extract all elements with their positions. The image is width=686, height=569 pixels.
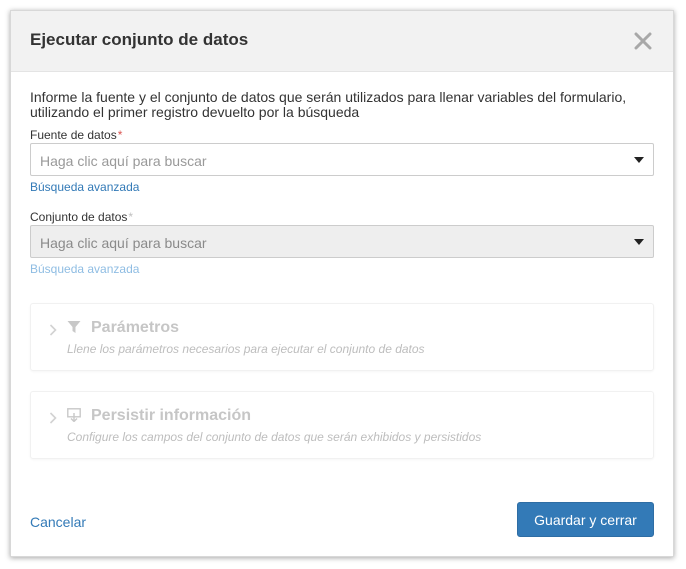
persist-info-section[interactable]: Persistir información Configure los camp…: [30, 391, 654, 459]
data-source-select[interactable]: Haga clic aquí para buscar: [30, 143, 654, 176]
persist-icon: [67, 408, 81, 423]
dataset-label-text: Conjunto de datos: [30, 210, 128, 224]
dataset-label: Conjunto de datos*: [30, 210, 654, 224]
persist-info-title: Persistir información: [91, 407, 252, 424]
data-source-advanced-search-link[interactable]: Búsqueda avanzada: [30, 180, 139, 194]
dialog-title: Ejecutar conjunto de datos: [30, 30, 249, 49]
dialog-body: Informe la fuente y el conjunto de datos…: [30, 71, 654, 459]
filter-icon: [67, 320, 81, 334]
persist-info-subtitle: Configure los campos del conjunto de dat…: [67, 430, 482, 444]
chevron-right-icon: [49, 411, 57, 424]
intro-text: Informe la fuente y el conjunto de datos…: [30, 89, 627, 120]
caret-down-icon: [634, 239, 644, 245]
required-mark: *: [128, 210, 134, 224]
close-icon[interactable]: [633, 28, 653, 52]
caret-down-icon: [634, 157, 644, 163]
data-source-placeholder: Haga clic aquí para buscar: [40, 153, 207, 169]
chevron-right-icon: [49, 323, 57, 336]
execute-dataset-dialog: Ejecutar conjunto de datos Informe la fu…: [10, 10, 674, 557]
dataset-select: Haga clic aquí para buscar: [30, 225, 654, 258]
parameters-title: Parámetros: [91, 319, 180, 336]
required-mark: *: [117, 128, 123, 142]
parameters-subtitle: Llene los parámetros necesarios para eje…: [67, 342, 425, 356]
parameters-section[interactable]: Parámetros Llene los parámetros necesari…: [30, 303, 654, 371]
data-source-label-text: Fuente de datos: [30, 128, 117, 142]
dataset-advanced-search-link: Búsqueda avanzada: [30, 262, 140, 276]
dataset-placeholder: Haga clic aquí para buscar: [40, 235, 207, 251]
data-source-label: Fuente de datos*: [30, 128, 654, 142]
save-and-close-button[interactable]: Guardar y cerrar: [517, 502, 654, 537]
cancel-button[interactable]: Cancelar: [30, 514, 86, 530]
dialog-header: Ejecutar conjunto de datos: [11, 11, 673, 72]
